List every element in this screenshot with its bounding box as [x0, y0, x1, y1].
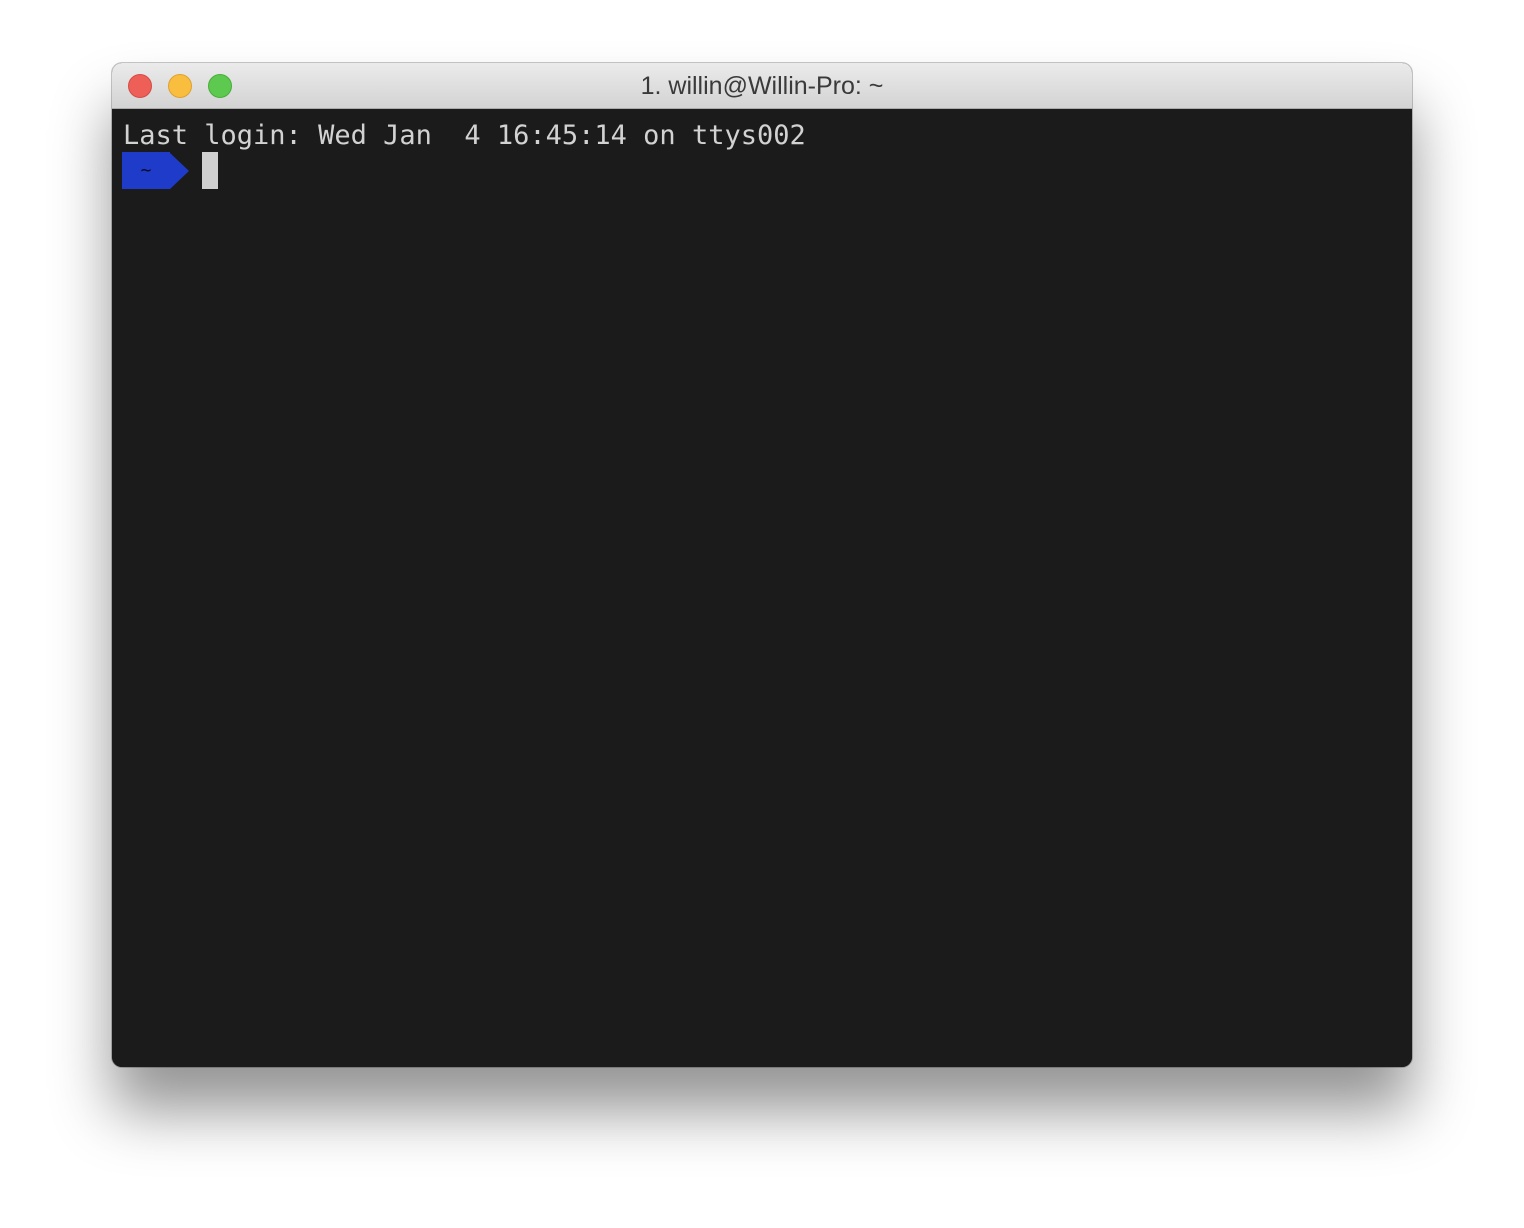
- terminal-output[interactable]: Last login: Wed Jan 4 16:45:14 on ttys00…: [112, 109, 1412, 1067]
- last-login-line: Last login: Wed Jan 4 16:45:14 on ttys00…: [123, 120, 806, 151]
- title-bar[interactable]: 1. willin@Willin-Pro: ~: [112, 63, 1412, 109]
- window-title: 1. willin@Willin-Pro: ~: [640, 72, 884, 100]
- prompt-directory-segment: ~: [122, 152, 170, 189]
- prompt-arrow-icon: [170, 152, 189, 189]
- text-cursor[interactable]: [202, 152, 218, 189]
- shell-prompt: ~: [122, 152, 218, 189]
- terminal-window: 1. willin@Willin-Pro: ~ Last login: Wed …: [112, 63, 1412, 1067]
